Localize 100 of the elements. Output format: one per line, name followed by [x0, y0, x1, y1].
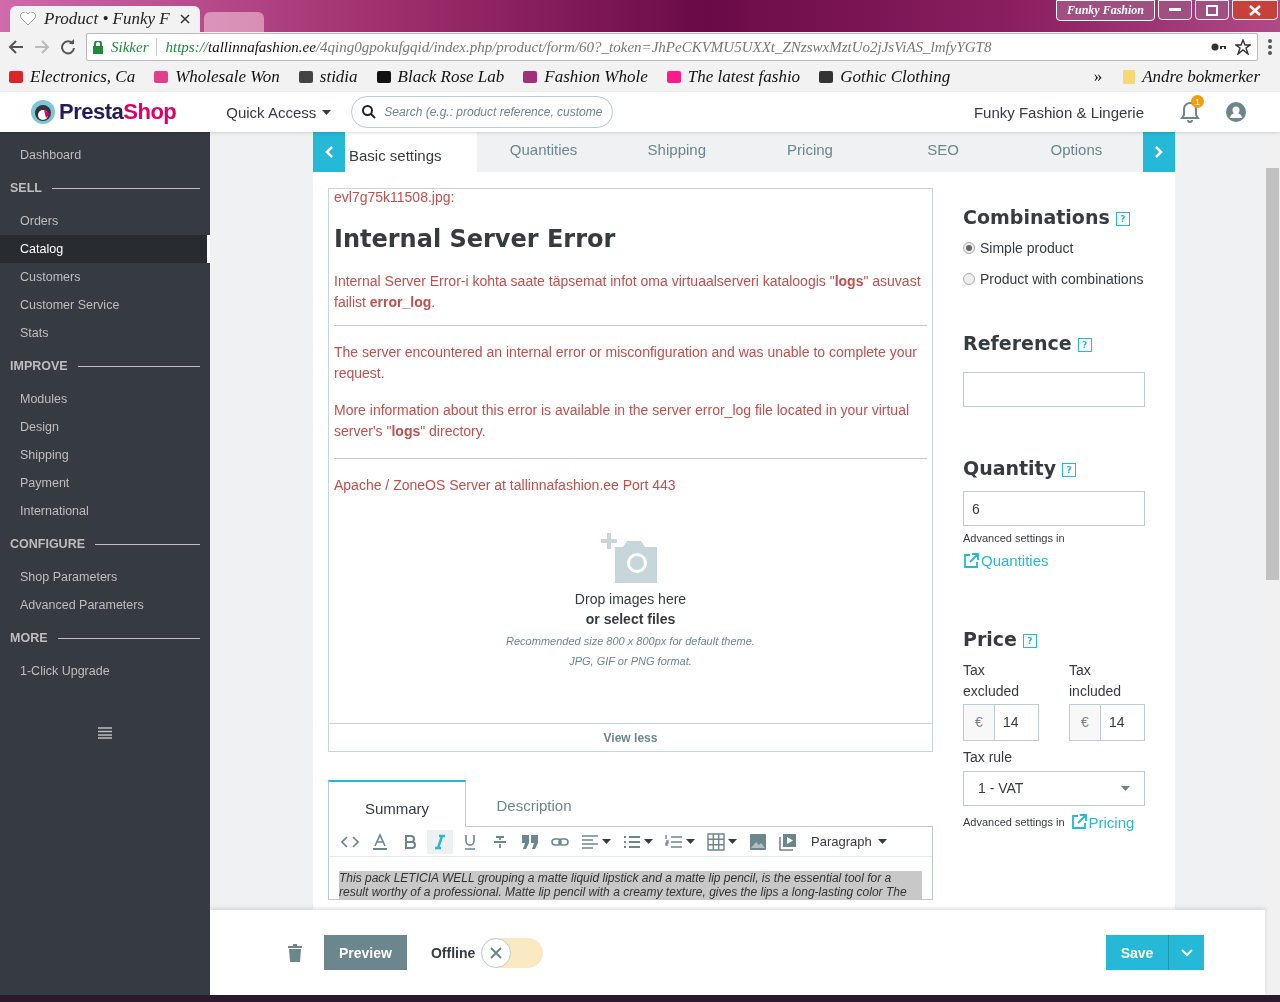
online-switch[interactable] — [481, 937, 544, 968]
radio-label: Simple product — [980, 239, 1074, 258]
caret-icon — [1180, 949, 1193, 957]
toolbar-button[interactable] — [427, 829, 453, 854]
search-icon — [362, 105, 377, 119]
menu-icon[interactable] — [1268, 39, 1272, 55]
bookmark-link[interactable]: Gothic Clothing — [840, 67, 951, 87]
sidebar-item[interactable]: Design — [0, 413, 210, 441]
table-icon — [707, 832, 725, 851]
sidebar-item[interactable]: Payment — [0, 469, 210, 497]
sidebar-item[interactable]: International — [0, 497, 210, 525]
error-text: Internal Server Error-i kohta saate täpsemat infot oma virtuaalserveri kataloogis "logs" asuvast failist error_log. — [334, 271, 927, 326]
bookmark-link[interactable]: Wholesale Won — [175, 67, 280, 87]
next-tab-button[interactable] — [1143, 132, 1175, 172]
star-icon[interactable] — [1235, 39, 1251, 55]
error-heading: Internal Server Error — [334, 225, 617, 253]
sidebar-item[interactable]: 1-Click Upgrade — [0, 657, 210, 685]
error-text: The server encountered an internal error or misconfiguration and was unable to complete your request. — [334, 343, 918, 383]
radio-button[interactable] — [963, 273, 975, 285]
tab[interactable]: Description — [466, 780, 602, 826]
maximize-button[interactable] — [1195, 0, 1229, 20]
secure-label: Sikker — [111, 38, 149, 56]
avatar-icon[interactable] — [1226, 102, 1246, 122]
shop-name-link[interactable]: Funky Fashion & Lingerie — [973, 103, 1144, 121]
close-icon[interactable] — [180, 14, 190, 24]
menu-icon[interactable] — [98, 727, 112, 739]
radio-button[interactable] — [963, 242, 975, 254]
radio-label: Product with combinations — [980, 270, 1144, 289]
sidebar-item[interactable]: Stats — [0, 319, 210, 347]
editor-text[interactable]: This pack LETICIA WELL grouping a matte liquid lipstick and a matte lip pencil, is the essential tool for a result worthy of a professional. Matte lip pencil with a creamy texture, gives the lips a long-lasting color The — [339, 871, 922, 899]
sidebar-section-title: IMPROVE — [10, 359, 68, 373]
bookmark-link[interactable]: Black Rose Lab — [397, 67, 505, 87]
caret-icon — [644, 839, 653, 844]
address-bar[interactable]: Sikker https://tallinnafashion.ee/4qing0gpokufgqid/index.php/product/form/60?_token=JhPeCKVMU5UXXt_ZNzswxMztUo2jJsViAS_lmfyYGT8 — [86, 33, 1258, 61]
sidebar-item[interactable]: Advanced Parameters — [0, 591, 210, 619]
tab[interactable]: Options — [1009, 132, 1143, 172]
delete-icon[interactable] — [288, 943, 302, 962]
close-button[interactable] — [1232, 0, 1278, 20]
quantity-field[interactable]: 6 — [963, 491, 1145, 526]
lock-icon — [93, 40, 103, 54]
caret-icon — [877, 839, 887, 844]
external-link-icon — [1070, 814, 1087, 830]
sidebar-item[interactable]: Customers — [0, 263, 210, 291]
bell-icon[interactable] — [1180, 101, 1200, 123]
bookmark-link[interactable]: Fashion Whole — [544, 67, 648, 87]
price-field[interactable]: € 14 — [963, 703, 1039, 741]
section-title: Price — [963, 627, 1017, 650]
reload-icon[interactable] — [60, 39, 76, 55]
tab[interactable]: SEO — [876, 132, 1010, 172]
sidebar-section-title: SELL — [10, 181, 42, 195]
error-text: More information about this error is available in the server error_log file located in your virtual server's "logs" directory. — [334, 400, 927, 459]
sidebar-item[interactable]: Orders — [0, 207, 210, 235]
sidebar-item[interactable]: Modules — [0, 385, 210, 413]
preview-button[interactable]: Preview — [324, 935, 407, 970]
dropzone-title: Drop images here — [574, 591, 687, 607]
tab[interactable]: Basic settings — [345, 132, 477, 172]
heart-icon — [20, 12, 36, 26]
back-icon[interactable] — [8, 39, 24, 55]
tab[interactable]: Quantities — [477, 132, 611, 172]
key-icon[interactable] — [1211, 42, 1227, 52]
format-dropdown[interactable]: Paragraph — [811, 834, 887, 849]
view-less-button[interactable]: View less — [329, 723, 932, 751]
sidebar-item[interactable]: Dashboard — [0, 141, 210, 169]
sidebar-item[interactable]: Customer Service — [0, 291, 210, 319]
section-title: Quantity — [963, 457, 1057, 479]
bookmark-link[interactable]: Electronics, Ca — [30, 67, 136, 87]
quote-icon — [521, 832, 539, 851]
file-name: evl7g75k11508.jpg: — [334, 189, 456, 205]
bookmark-link[interactable]: The latest fashio — [687, 67, 801, 87]
reference-field[interactable] — [963, 372, 1145, 407]
bookmark-link[interactable]: stidia — [319, 67, 358, 87]
maximize-icon — [1206, 4, 1218, 16]
media-icon — [779, 832, 797, 851]
sidebar-section-title: MORE — [10, 631, 48, 645]
browser-tab[interactable]: Product • Funky F — [10, 6, 200, 32]
tax-rule-select[interactable]: 1 - VAT — [963, 770, 1145, 806]
settings-note: Advanced settings in — [963, 532, 1066, 544]
tab[interactable]: Shipping — [610, 132, 744, 172]
text-color-icon — [371, 832, 389, 851]
server-signature: Apache / ZoneOS Server at tallinnafashion.ee Port 443 — [334, 477, 677, 493]
price-field[interactable]: € 14 — [1069, 703, 1145, 741]
select-files-link[interactable]: or select files — [585, 611, 676, 627]
previous-tab-button[interactable] — [313, 132, 345, 172]
minimize-button[interactable] — [1158, 0, 1192, 20]
sidebar-item[interactable]: Shop Parameters — [0, 563, 210, 591]
format-hint: JPG, GIF or PNG format. — [569, 655, 692, 667]
bookmark-folder[interactable]: Andre bokmerker — [1142, 67, 1260, 87]
sidebar-item[interactable]: Shipping — [0, 441, 210, 469]
folder-icon — [1122, 69, 1137, 85]
field-label: Tax excluded — [963, 660, 1021, 701]
sidebar-item[interactable]: Catalog — [0, 235, 210, 263]
cross-icon — [489, 945, 504, 960]
image-icon — [749, 832, 767, 851]
quick-access-menu[interactable]: Quick Access — [226, 103, 332, 121]
more-bookmarks-button[interactable]: » — [1093, 67, 1103, 87]
tab[interactable]: Summary — [328, 780, 466, 827]
numbered-list-icon — [665, 832, 683, 851]
tab[interactable]: Pricing — [743, 132, 877, 172]
brand-logo[interactable]: PrestaShop — [59, 99, 177, 125]
save-options-button[interactable] — [1168, 935, 1204, 970]
